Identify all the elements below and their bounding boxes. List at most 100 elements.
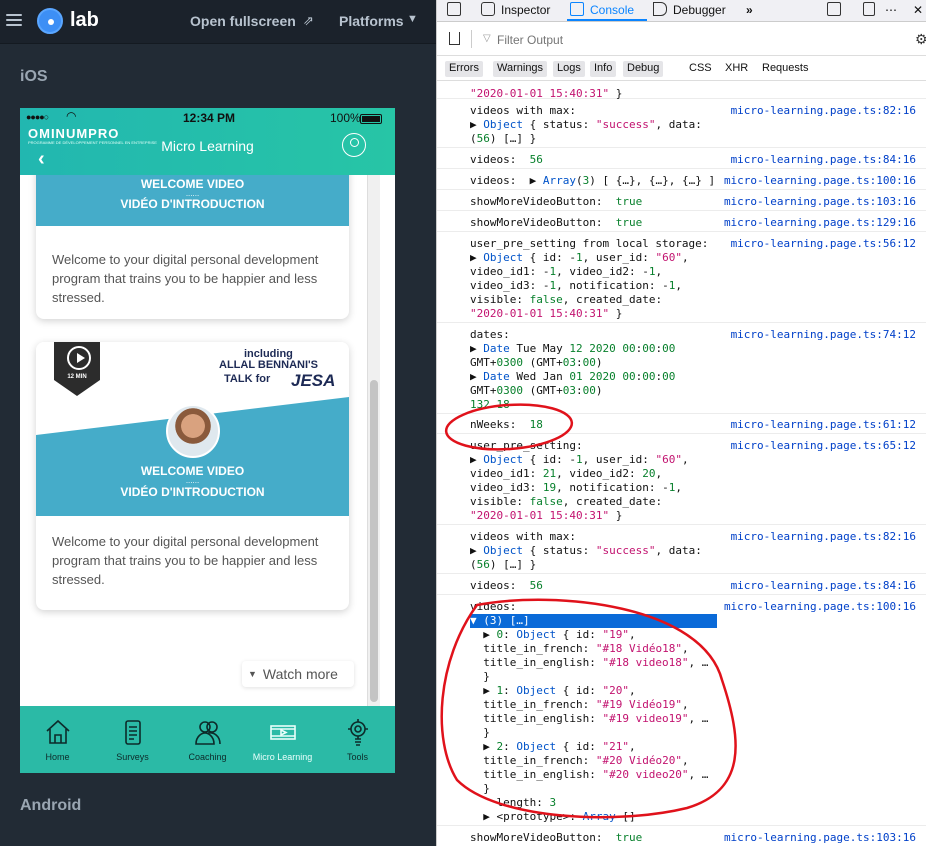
source-link[interactable]: micro-learning.page.ts:129:16 <box>724 216 916 230</box>
tab-label: Micro Learning <box>252 752 313 762</box>
console-message: video_id1: -1, video_id2: -1, <box>470 265 663 278</box>
console-message: title_in_french: "#19 Vidéo19", <box>470 698 689 711</box>
console-message: ▶ Object { id: -1, user_id: "60", <box>470 453 689 466</box>
devtools-panel: Inspector Console Debugger » ⋯ ✕ ▽ ⚙ Err… <box>436 0 926 846</box>
tab-debugger[interactable]: Debugger <box>673 3 726 17</box>
console-entry[interactable]: videos: 56 micro-learning.page.ts:84:16 <box>437 577 926 595</box>
dock-icon[interactable] <box>827 2 841 16</box>
home-icon <box>44 718 72 746</box>
filter-debug[interactable]: Debug <box>623 61 664 77</box>
video-list[interactable]: WELCOME VIDEO ...... VIDÉO D'INTRODUCTIO… <box>20 175 395 706</box>
video-card[interactable]: WELCOME VIDEO ...... VIDÉO D'INTRODUCTIO… <box>36 175 349 319</box>
console-entry[interactable]: videos: ▶ Array(3) [ {…}, {…}, {…} ] micr… <box>437 172 926 190</box>
console-entry[interactable]: showMoreVideoButton: true micro-learning.… <box>437 829 926 846</box>
source-link[interactable]: micro-learning.page.ts:103:16 <box>724 195 916 209</box>
tab-console[interactable]: Console <box>590 3 634 17</box>
console-message: (56) […] } <box>470 132 537 145</box>
console-message: showMoreVideoButton: true <box>470 831 643 844</box>
console-entry[interactable]: "2020-01-01 15:40:31" } <box>437 85 926 100</box>
trash-icon[interactable] <box>449 32 460 45</box>
console-message: showMoreVideoButton: true <box>470 216 643 229</box>
tab-surveys[interactable]: Surveys <box>95 706 170 773</box>
console-entry[interactable]: nWeeks: 18 micro-learning.page.ts:61:12 <box>437 416 926 434</box>
console-message: videos: 56 <box>470 579 543 592</box>
console-message: ▶ Date Wed Jan 01 2020 00:00:00 <box>470 370 676 383</box>
tab-coaching[interactable]: Coaching <box>170 706 245 773</box>
scrollbar-thumb[interactable] <box>370 380 378 702</box>
ionic-lab-panel: lab Open fullscreen ⇗ Platforms ▼ iOS ●●… <box>0 0 436 846</box>
video-card[interactable]: 12 MIN including ALLAL BENNANI'S TALK fo… <box>36 342 349 610</box>
more-tabs-icon[interactable]: » <box>746 3 753 17</box>
tab-inspector[interactable]: Inspector <box>501 3 550 17</box>
console-entry[interactable]: user_pre_setting: ▶ Object { id: -1, user… <box>437 437 926 525</box>
source-link[interactable]: micro-learning.page.ts:82:16 <box>731 530 916 544</box>
filter-info[interactable]: Info <box>590 61 617 77</box>
console-output[interactable]: "2020-01-01 15:40:31" } videos with max: ▶… <box>437 82 926 846</box>
filter-css[interactable]: CSS <box>689 62 712 74</box>
console-message: } <box>470 782 490 795</box>
console-entry[interactable]: showMoreVideoButton: true micro-learning.… <box>437 214 926 232</box>
video-thumbnail[interactable]: 12 MIN including ALLAL BENNANI'S TALK fo… <box>36 342 349 516</box>
console-message: nWeeks: 18 <box>470 418 543 431</box>
open-fullscreen-link[interactable]: Open fullscreen <box>190 13 296 29</box>
console-message: GMT+0300 (GMT+03:00) <box>470 384 603 397</box>
tab-label: Coaching <box>188 752 227 762</box>
caret-down-icon: ▼ <box>248 669 257 679</box>
console-message: showMoreVideoButton: true <box>470 195 643 208</box>
console-entry[interactable]: videos: ▼ (3) […] ▶ 0: Object { id: "19",… <box>437 598 926 826</box>
separate-window-icon[interactable] <box>863 2 875 16</box>
menu-icon[interactable] <box>6 11 22 27</box>
source-link[interactable]: micro-learning.page.ts:82:16 <box>731 104 916 118</box>
console-message: video_id1: 21, video_id2: 20, <box>470 467 663 480</box>
content-edge <box>380 175 395 706</box>
tab-micro-learning[interactable]: Micro Learning <box>245 706 320 773</box>
console-entry[interactable]: videos with max: ▶ Object { status: "succ… <box>437 528 926 574</box>
source-link[interactable]: micro-learning.page.ts:74:12 <box>731 328 916 342</box>
console-entry[interactable]: dates: ▶ Date Tue May 12 2020 00:00:00 GMT… <box>437 326 926 414</box>
filter-icon: ▽ <box>483 33 491 44</box>
source-link[interactable]: micro-learning.page.ts:100:16 <box>724 174 916 188</box>
lab-toolbar: lab Open fullscreen ⇗ Platforms ▼ <box>0 0 436 44</box>
console-entry[interactable]: user_pre_setting from local storage: ▶ Ob… <box>437 235 926 323</box>
console-entry[interactable]: videos: 56 micro-learning.page.ts:84:16 <box>437 151 926 169</box>
source-link[interactable]: micro-learning.page.ts:56:12 <box>731 237 916 251</box>
banner-dots: ...... <box>185 476 200 485</box>
gear-icon[interactable]: ⚙ <box>915 31 926 48</box>
filter-logs[interactable]: Logs <box>553 61 585 77</box>
console-message: ▶ Object { status: "success", data: <box>470 118 702 131</box>
console-message: videos with max: <box>470 530 576 543</box>
source-link[interactable]: micro-learning.page.ts:84:16 <box>731 579 916 593</box>
tab-tools[interactable]: Tools <box>320 706 395 773</box>
filter-input[interactable] <box>497 32 877 48</box>
console-entry[interactable]: showMoreVideoButton: true micro-learning.… <box>437 193 926 211</box>
ios-platform-label: iOS <box>20 68 48 86</box>
source-link[interactable]: micro-learning.page.ts:61:12 <box>731 418 916 432</box>
console-entry[interactable]: videos with max: ▶ Object { status: "succ… <box>437 102 926 148</box>
console-message: ▶ 2: Object { id: "21", <box>470 740 636 753</box>
source-link[interactable]: micro-learning.page.ts:100:16 <box>724 600 916 614</box>
play-icon[interactable] <box>67 346 91 370</box>
filter-errors[interactable]: Errors <box>445 61 483 77</box>
console-message: visible: false, created_date: <box>470 293 663 306</box>
platforms-dropdown[interactable]: Platforms <box>339 13 404 29</box>
profile-icon[interactable] <box>342 133 366 157</box>
filter-warnings[interactable]: Warnings <box>493 61 548 77</box>
source-link[interactable]: micro-learning.page.ts:84:16 <box>731 153 916 167</box>
scrollbar[interactable] <box>367 175 380 706</box>
console-filter-bar: ▽ ⚙ <box>437 23 926 56</box>
video-thumbnail[interactable]: WELCOME VIDEO ...... VIDÉO D'INTRODUCTIO… <box>36 175 349 226</box>
android-label-text: Android <box>20 797 82 814</box>
external-link-icon[interactable]: ⇗ <box>303 13 314 29</box>
filter-xhr[interactable]: XHR <box>725 62 748 74</box>
watch-more-button[interactable]: ▼ Watch more <box>242 661 354 687</box>
lab-logo-text: lab <box>70 9 99 31</box>
source-link[interactable]: micro-learning.page.ts:103:16 <box>724 831 916 845</box>
options-icon[interactable]: ⋯ <box>885 3 897 17</box>
close-icon[interactable]: ✕ <box>913 3 923 17</box>
banner-subtitle: VIDÉO D'INTRODUCTION <box>120 197 265 211</box>
filter-requests[interactable]: Requests <box>762 62 808 74</box>
source-link[interactable]: micro-learning.page.ts:65:12 <box>731 439 916 453</box>
chevron-down-icon[interactable]: ▼ <box>407 13 418 25</box>
tab-home[interactable]: Home <box>20 706 95 773</box>
pick-element-icon[interactable] <box>447 2 461 16</box>
